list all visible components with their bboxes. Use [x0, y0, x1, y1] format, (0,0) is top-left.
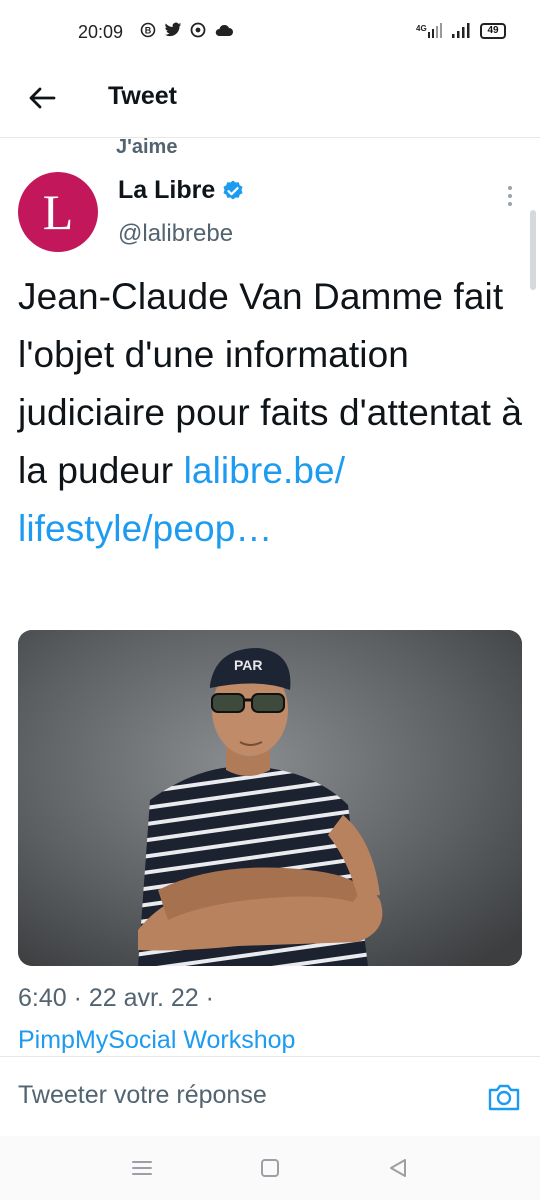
author-handle[interactable]: @lalibrebe: [118, 220, 233, 248]
camera-button[interactable]: [486, 1079, 522, 1115]
header: Tweet: [0, 66, 540, 138]
chrome-icon: [190, 22, 206, 38]
author-name: La Libre: [118, 176, 216, 204]
home-nav-button[interactable]: [256, 1154, 284, 1182]
home-square-icon: [261, 1159, 279, 1177]
svg-text:B: B: [145, 26, 152, 36]
camera-icon: [488, 1084, 520, 1111]
battery-icon: 49: [480, 23, 506, 39]
signal-icon: [452, 23, 470, 38]
tweet-text: Jean-Claude Van Damme fait l'objet d'une…: [18, 268, 528, 558]
tweet-image[interactable]: PAR: [18, 630, 522, 966]
page-title: Tweet: [108, 82, 177, 110]
system-nav-bar: [0, 1136, 540, 1200]
avatar-letter: L: [42, 184, 74, 240]
social-context: J'aime: [116, 136, 178, 158]
menu-lines-icon: [132, 1161, 152, 1175]
tweet-source[interactable]: PimpMySocial Workshop: [18, 1026, 295, 1055]
cloud-icon: [215, 24, 233, 36]
twitter-icon: [164, 22, 182, 37]
back-button[interactable]: [22, 78, 62, 118]
scrollbar[interactable]: [530, 210, 536, 290]
back-triangle-icon: [390, 1159, 406, 1177]
tweet-timestamp[interactable]: 6:40 · 22 avr. 22 ·: [18, 984, 214, 1013]
svg-text:4G: 4G: [416, 24, 427, 33]
menu-nav-button[interactable]: [128, 1154, 156, 1182]
more-dot-icon: [508, 194, 512, 198]
more-options-button[interactable]: [498, 184, 522, 208]
svg-text:PAR: PAR: [234, 657, 263, 673]
notification-icons: B: [140, 22, 234, 38]
more-dot-icon: [508, 202, 512, 206]
more-dot-icon: [508, 186, 512, 190]
signal-4g-icon: 4G: [416, 23, 442, 38]
reply-input[interactable]: Tweeter votre réponse: [18, 1081, 267, 1110]
status-right: 4G 49: [416, 22, 506, 40]
avatar[interactable]: L: [18, 172, 98, 252]
reply-bar: Tweeter votre réponse: [0, 1056, 540, 1136]
status-bar: 20:09 B 4G 49: [0, 0, 540, 66]
b-app-icon: B: [140, 22, 156, 38]
photo-man-crossed-arms: PAR: [18, 630, 522, 966]
verified-badge-icon: [223, 180, 243, 199]
author-name-row[interactable]: La Libre: [118, 176, 245, 205]
back-nav-button[interactable]: [384, 1154, 412, 1182]
arrow-left-icon: [29, 87, 56, 109]
status-time: 20:09: [78, 22, 124, 42]
